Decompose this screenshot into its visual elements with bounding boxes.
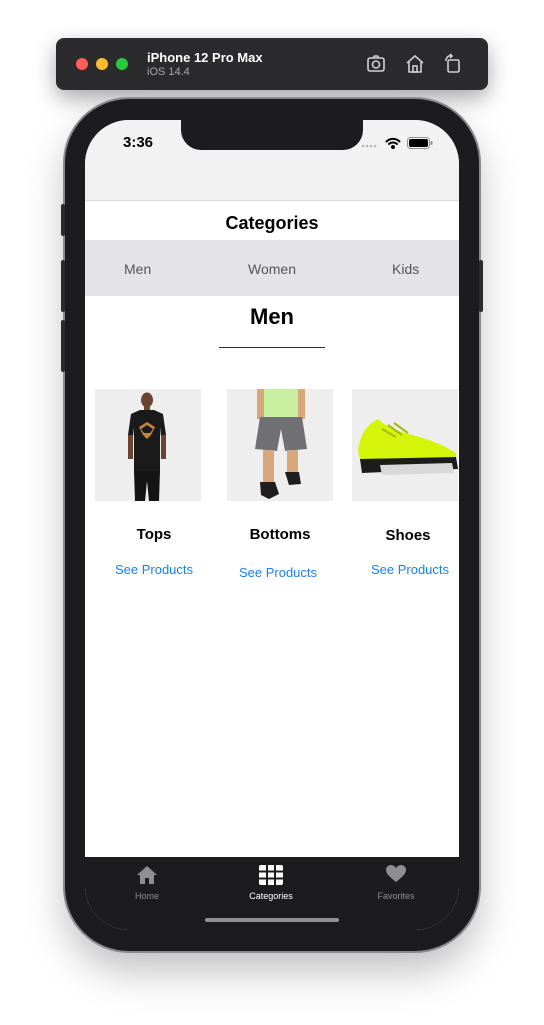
volume-down-button	[61, 320, 65, 372]
tab-women[interactable]: Women	[248, 261, 296, 277]
rotate-icon[interactable]	[441, 52, 465, 76]
tabbar-categories[interactable]: Categories	[226, 865, 316, 901]
tabbar-home-label: Home	[134, 891, 159, 901]
navigation-header: Categories	[85, 200, 459, 240]
close-window-button[interactable]	[76, 58, 88, 70]
tabbar-favorites-label: Favorites	[377, 891, 415, 901]
wifi-icon	[385, 136, 401, 154]
tabbar-favorites[interactable]: Favorites	[351, 865, 441, 901]
tops-image[interactable]	[95, 389, 201, 501]
house-icon	[137, 866, 157, 884]
simulator-toolbar: iPhone 12 Pro Max iOS 14.4	[56, 38, 488, 90]
bottoms-image[interactable]	[227, 389, 333, 501]
status-time: 3:36	[123, 134, 154, 151]
bottom-tab-bar: Home Categories Favorites	[85, 857, 459, 930]
status-icons	[361, 136, 433, 154]
mute-switch	[61, 204, 65, 236]
page-title: Categories	[225, 213, 319, 233]
os-version: iOS 14.4	[147, 66, 190, 78]
tops-label: Tops	[136, 526, 172, 543]
category-segment-bar: Men Women Kids	[85, 240, 459, 296]
tabbar-categories-label: Categories	[249, 891, 293, 901]
device-screen: 3:36 Categories Men Women Kids Men Tops …	[85, 120, 459, 930]
signal-icon	[361, 136, 379, 154]
bottoms-label: Bottoms	[249, 526, 311, 543]
home-indicator	[205, 918, 339, 922]
battery-icon	[407, 136, 433, 154]
grid-icon	[259, 865, 283, 885]
section-title: Men	[250, 304, 294, 329]
volume-up-button	[61, 260, 65, 312]
shoes-image[interactable]	[352, 389, 458, 501]
tabbar-home[interactable]: Home	[102, 865, 192, 901]
section-divider	[219, 347, 325, 348]
minimize-window-button[interactable]	[96, 58, 108, 70]
tab-men[interactable]: Men	[124, 261, 151, 277]
tab-kids[interactable]: Kids	[392, 261, 419, 277]
home-icon[interactable]	[403, 52, 427, 76]
bottoms-see-products-link[interactable]: See Products	[218, 565, 338, 580]
shoes-label: Shoes	[385, 527, 431, 544]
tops-see-products-link[interactable]: See Products	[94, 562, 214, 577]
notch	[181, 120, 363, 150]
device-name: iPhone 12 Pro Max	[147, 50, 263, 65]
shoes-see-products-link[interactable]: See Products	[350, 562, 459, 577]
screenshot-icon[interactable]	[364, 52, 388, 76]
power-button	[479, 260, 483, 312]
heart-icon	[386, 865, 406, 882]
zoom-window-button[interactable]	[116, 58, 128, 70]
